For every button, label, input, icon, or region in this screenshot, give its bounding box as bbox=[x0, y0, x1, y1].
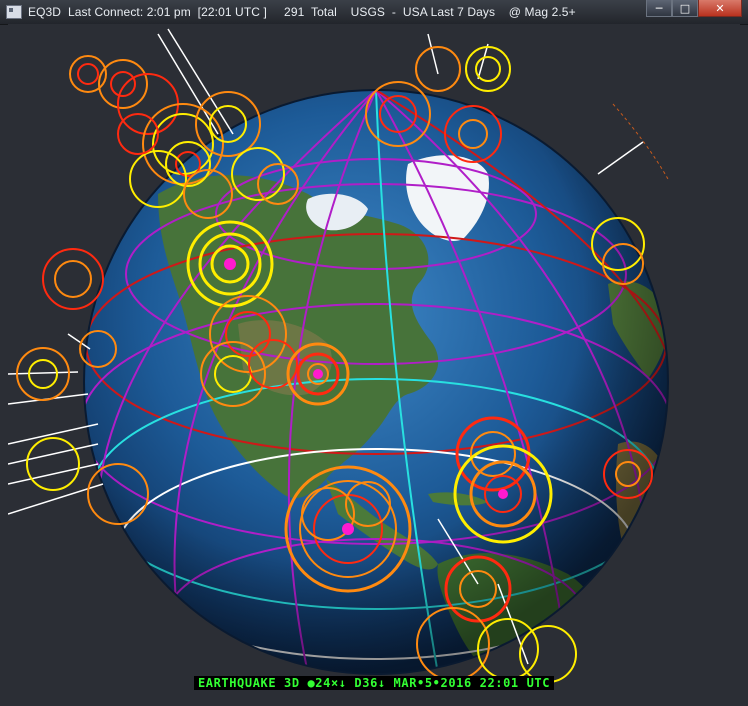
quake-ring bbox=[26, 437, 80, 491]
quake-ring bbox=[415, 46, 461, 92]
depth-line bbox=[167, 28, 234, 135]
minimize-button[interactable]: ─ bbox=[646, 0, 672, 17]
status-bar: EARTHQUAKE 3D ●24×↓ D36↓ MAR•5•2016 22:0… bbox=[0, 672, 748, 690]
quake-ring bbox=[42, 248, 104, 310]
window-title: EQ3D Last Connect: 2:01 pm [22:01 UTC ] … bbox=[28, 5, 576, 19]
quake-ring bbox=[110, 71, 136, 97]
app-window: EQ3D Last Connect: 2:01 pm [22:01 UTC ] … bbox=[0, 0, 748, 706]
maximize-icon: □ bbox=[679, 1, 691, 15]
quake-epicenter bbox=[498, 489, 508, 499]
quake-ring bbox=[54, 260, 92, 298]
maximize-button[interactable]: □ bbox=[672, 0, 698, 17]
quake-ring bbox=[98, 59, 148, 109]
quake-ring bbox=[465, 46, 511, 92]
quake-ring bbox=[475, 56, 501, 82]
minimize-icon: ─ bbox=[655, 1, 663, 15]
window-controls: ─ □ ✕ bbox=[646, 0, 742, 17]
window-bottom-frame bbox=[0, 690, 748, 706]
orbit-dash bbox=[612, 103, 669, 180]
depth-line bbox=[597, 141, 644, 175]
globe-scene[interactable] bbox=[8, 24, 740, 690]
depth-line bbox=[427, 33, 439, 75]
globe-viewport[interactable] bbox=[8, 24, 740, 690]
depth-line bbox=[8, 423, 99, 445]
quake-cluster-cascadia bbox=[186, 220, 274, 308]
eq3d-app-icon[interactable] bbox=[6, 5, 22, 19]
close-icon: ✕ bbox=[715, 1, 725, 15]
title-bar[interactable]: EQ3D Last Connect: 2:01 pm [22:01 UTC ] … bbox=[0, 0, 748, 25]
quake-epicenter bbox=[342, 523, 354, 535]
depth-line bbox=[8, 443, 99, 465]
quake-ring bbox=[77, 63, 99, 85]
quake-epicenter bbox=[313, 369, 323, 379]
depth-line bbox=[8, 463, 99, 485]
depth-line bbox=[8, 371, 79, 375]
close-button[interactable]: ✕ bbox=[698, 0, 742, 17]
status-text: EARTHQUAKE 3D ●24×↓ D36↓ MAR•5•2016 22:0… bbox=[193, 676, 555, 690]
quake-epicenter bbox=[224, 258, 236, 270]
